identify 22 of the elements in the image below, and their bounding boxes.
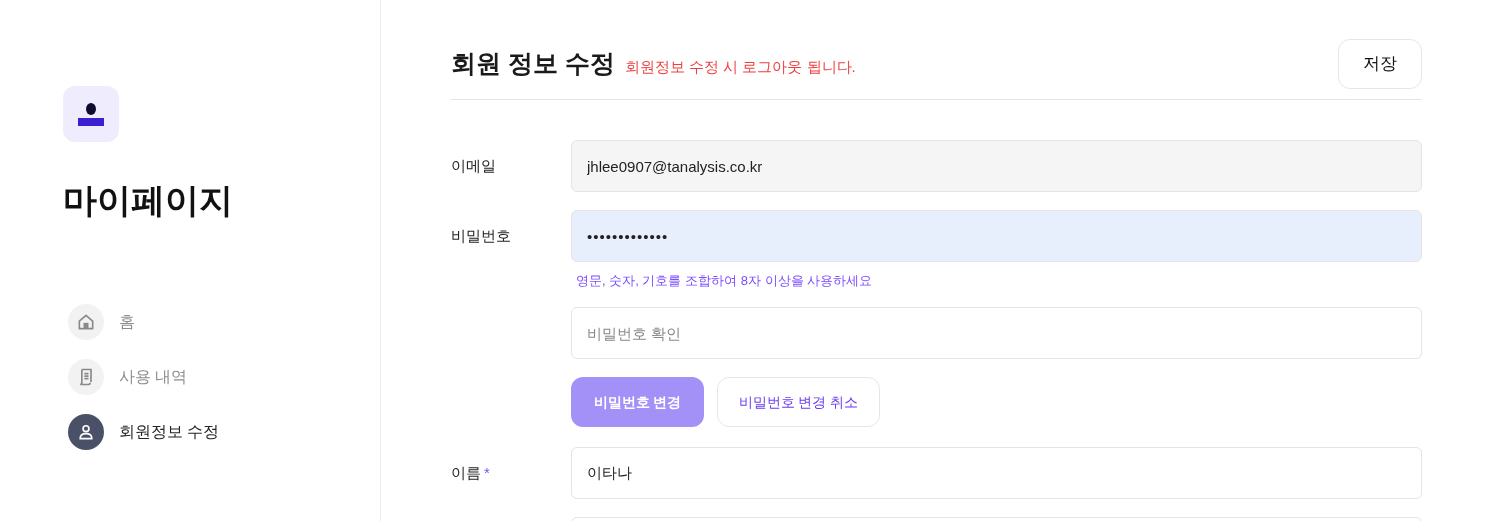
field-label: 이름 xyxy=(451,462,481,483)
nav-label: 홈 xyxy=(119,312,135,332)
avatar-icon xyxy=(63,86,119,142)
field-label: 비밀번호 xyxy=(451,225,511,246)
section-title: 회원 정보 수정 xyxy=(451,48,615,80)
required-mark: * xyxy=(484,462,490,483)
input-field[interactable]: 비밀번호 확인 xyxy=(571,307,1422,359)
nav-item[interactable]: 회원정보 수정 xyxy=(68,414,380,450)
input-field[interactable]: jhlee0907@tanalysis.co.kr xyxy=(571,140,1422,192)
password-hint: 영문, 숫자, 기호를 조합하여 8자 이상을 사용하세요 xyxy=(576,273,873,288)
page-title: 마이페이지 xyxy=(63,180,234,221)
person-icon xyxy=(68,414,104,450)
input-field[interactable]: ••••••••••••• xyxy=(571,210,1422,262)
input-field[interactable]: 이타나 xyxy=(571,447,1422,499)
field-label: 이메일 xyxy=(451,155,496,176)
logout-notice: 회원정보 수정 시 로그아웃 됩니다. xyxy=(624,57,856,78)
cancel-button[interactable]: 비밀번호 변경 취소 xyxy=(717,377,880,427)
nav-label: 사용 내역 xyxy=(119,367,188,387)
nav-label: 회원정보 수정 xyxy=(119,422,220,442)
save-button[interactable]: 저장 xyxy=(1338,39,1422,89)
receipt-icon xyxy=(68,359,104,395)
house-icon xyxy=(68,304,104,340)
